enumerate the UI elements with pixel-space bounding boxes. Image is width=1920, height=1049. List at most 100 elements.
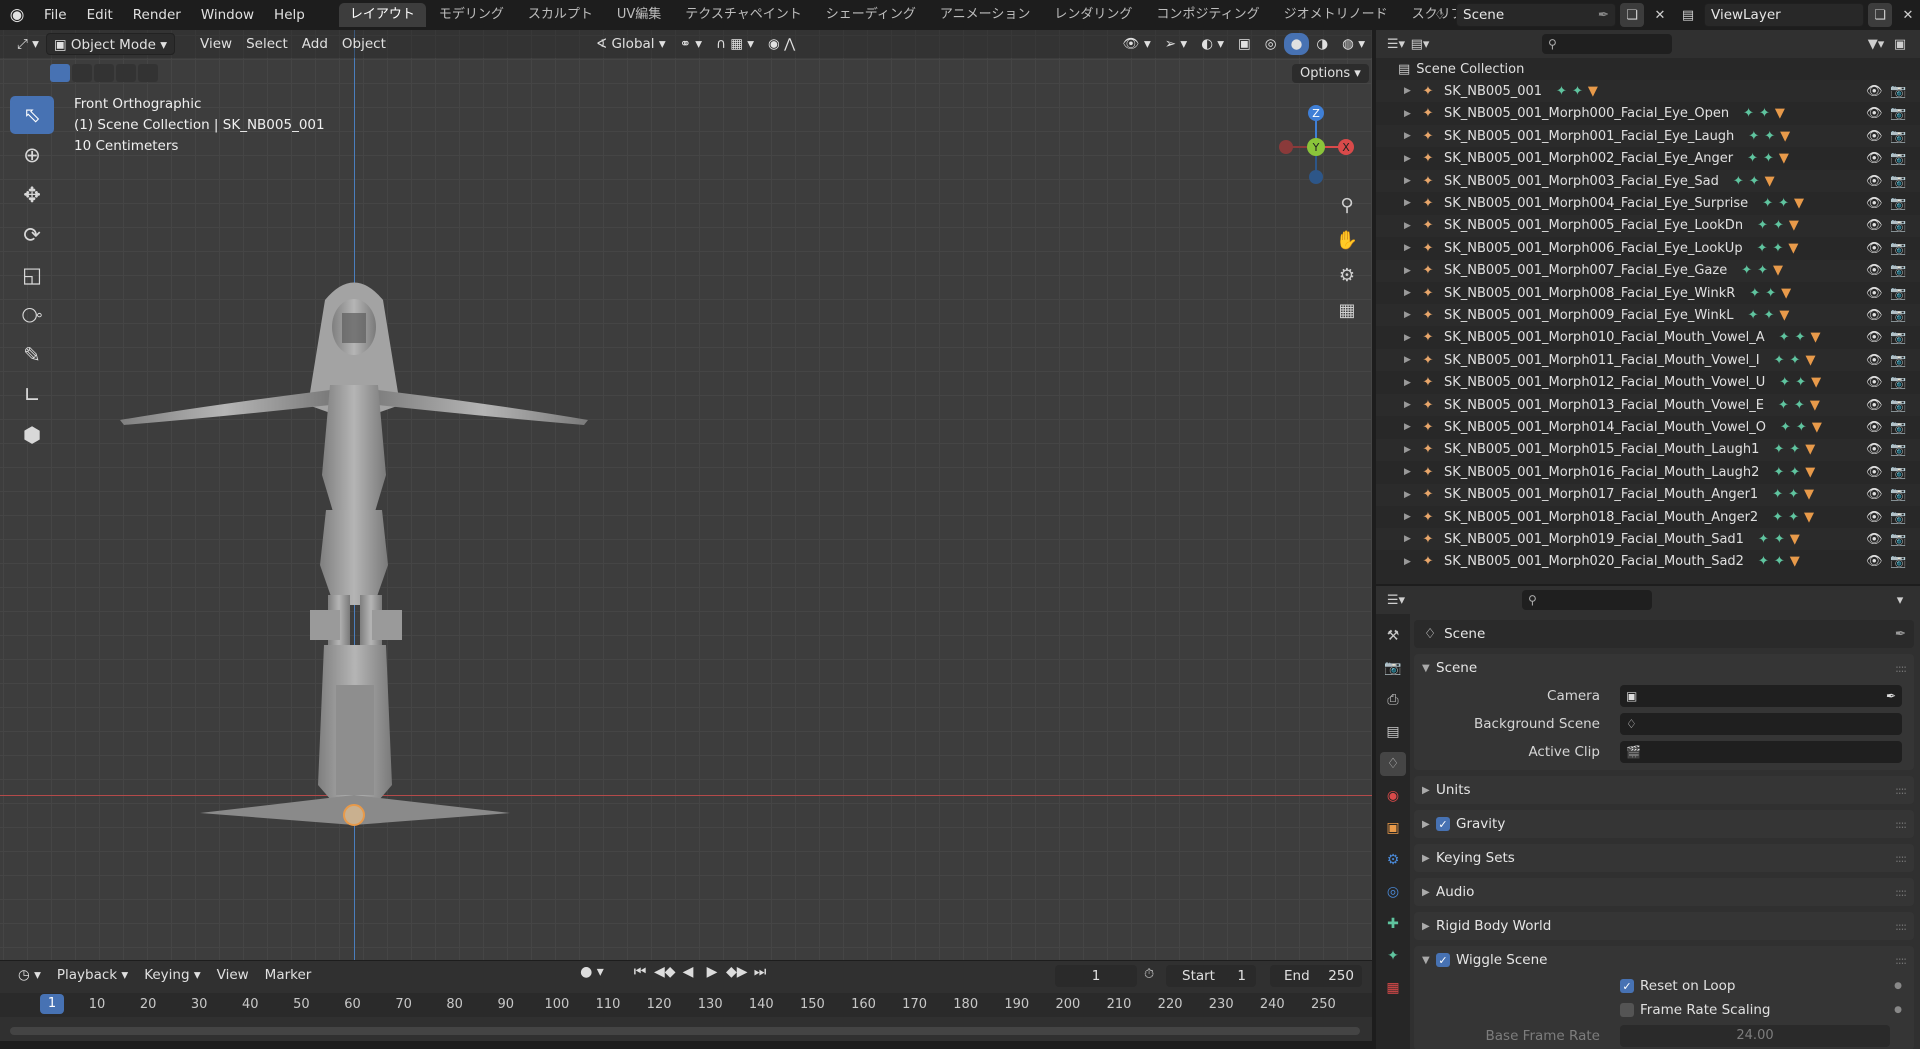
tab-modeling[interactable]: モデリング (428, 3, 515, 27)
armature-data-icon[interactable]: ✦ (1748, 308, 1764, 323)
mesh-data-icon[interactable]: ▼ (1810, 330, 1825, 345)
expand-arrow-icon[interactable]: ▶ (1404, 109, 1418, 119)
transform-tool-icon[interactable]: ⧂ (10, 296, 54, 334)
armature-data-icon[interactable]: ✦ (1779, 375, 1795, 390)
visibility-eye-icon[interactable]: 👁 (1866, 84, 1883, 99)
outliner-object-row[interactable]: ▶ ✦ SK_NB005_001_Morph016_Facial_Mouth_Lau… (1376, 461, 1920, 483)
pivot-icon[interactable]: ⚭ ▾ (673, 33, 709, 55)
scene-icon[interactable]: ♢ (1428, 3, 1452, 27)
visibility-eye-icon[interactable]: 👁 (1866, 263, 1883, 278)
view-layer-field[interactable]: ViewLayer (1704, 3, 1864, 27)
visibility-eye-icon[interactable]: 👁 (1866, 330, 1883, 345)
expand-arrow-icon[interactable]: ▶ (1404, 422, 1418, 432)
auto-key-icon[interactable]: ● ▾ (580, 964, 604, 980)
data-tab-icon[interactable]: ✦ (1380, 944, 1406, 968)
object-name[interactable]: SK_NB005_001_Morph008_Facial_Eye_WinkR (1444, 286, 1735, 301)
expand-arrow-icon[interactable]: ▶ (1404, 355, 1418, 365)
ortho-grid-icon[interactable]: ▦ (1330, 295, 1364, 325)
play-icon[interactable]: ▶ (702, 964, 722, 980)
visibility-eye-icon[interactable]: 👁 (1866, 510, 1883, 525)
menu-file[interactable]: File (34, 3, 77, 27)
base-frame-rate-field[interactable]: 24.00 (1620, 1025, 1890, 1047)
mesh-data-icon[interactable]: ▼ (1780, 129, 1795, 144)
visibility-eye-icon[interactable]: 👁 (1866, 554, 1883, 569)
visibility-eye-icon[interactable]: 👁 (1866, 532, 1883, 547)
visibility-eye-icon[interactable]: 👁 (1866, 151, 1883, 166)
eyedropper-icon[interactable]: ✒ (1886, 689, 1896, 703)
expand-arrow-icon[interactable]: ▶ (1404, 490, 1418, 500)
armature-data-icon[interactable]: ✦ (1772, 487, 1788, 502)
expand-arrow-icon[interactable]: ▶ (1404, 131, 1418, 141)
armature-data-icon[interactable]: ✦ (1556, 84, 1572, 99)
armature-data-icon[interactable]: ✦ (1733, 174, 1749, 189)
render-camera-icon[interactable]: 📷 (1890, 218, 1906, 233)
armature-data-icon[interactable]: ✦ (1779, 330, 1795, 345)
properties-editor-type-icon[interactable]: ☰▾ (1384, 588, 1408, 612)
options-dropdown[interactable]: Options ▾ (1292, 64, 1369, 83)
mesh-data-icon[interactable]: ▼ (1804, 510, 1819, 525)
mesh-data-icon[interactable]: ▼ (1805, 353, 1820, 368)
pose-icon[interactable]: ✦ (1788, 487, 1804, 502)
expand-arrow-icon[interactable]: ▶ (1404, 310, 1418, 320)
outliner-editor-type-icon[interactable]: ☰▾ (1384, 32, 1408, 56)
camera-view-icon[interactable]: ⚙ (1330, 260, 1364, 290)
outliner-object-row[interactable]: ▶ ✦ SK_NB005_001_Morph011_Facial_Mouth_Vow… (1376, 349, 1920, 372)
pose-icon[interactable]: ✦ (1795, 375, 1811, 390)
pose-icon[interactable]: ✦ (1795, 330, 1811, 345)
play-reverse-icon[interactable]: ◀ (678, 964, 698, 980)
tab-shading[interactable]: シェーディング (815, 3, 927, 27)
render-camera-icon[interactable]: 📷 (1890, 510, 1906, 525)
drag-grip-icon[interactable]: :::: (1895, 920, 1907, 933)
expand-arrow-icon[interactable]: ▶ (1404, 534, 1418, 544)
outliner-object-row[interactable]: ▶ ✦ SK_NB005_001_Morph009_Facial_Eye_WinkL… (1376, 304, 1920, 327)
frame-ruler[interactable]: 10 20 30 40 50 60 70 80 90 100 110 120 130 140 150 160 1… (0, 993, 1372, 1017)
gravity-checkbox[interactable]: ✓ (1436, 817, 1450, 831)
render-camera-icon[interactable]: 📷 (1890, 151, 1906, 166)
outliner-search-input[interactable]: ⚲ (1542, 34, 1672, 54)
outliner-object-row[interactable]: ▶ ✦ SK_NB005_001_Morph015_Facial_Mouth_Lau… (1376, 438, 1920, 461)
pose-icon[interactable]: ✦ (1764, 129, 1780, 144)
armature-data-icon[interactable]: ✦ (1758, 532, 1774, 547)
pose-icon[interactable]: ✦ (1794, 398, 1810, 413)
render-camera-icon[interactable]: 📷 (1890, 420, 1906, 435)
pose-icon[interactable]: ✦ (1778, 196, 1794, 211)
new-scene-icon[interactable]: ❏ (1620, 3, 1644, 27)
visibility-eye-icon[interactable]: 👁 (1866, 375, 1883, 390)
keying-sets-panel-header[interactable]: ▶ Keying Sets :::: (1414, 844, 1914, 872)
select-intersect-icon[interactable] (138, 64, 158, 82)
mesh-data-icon[interactable]: ▼ (1779, 151, 1794, 166)
jump-start-icon[interactable]: ⏮ (630, 964, 650, 980)
object-name[interactable]: SK_NB005_001_Morph014_Facial_Mouth_Vowel… (1444, 420, 1766, 435)
keyframe-dot-icon[interactable]: ● (1894, 981, 1902, 991)
render-camera-icon[interactable]: 📷 (1890, 106, 1906, 121)
pin-context-icon[interactable]: ✒ (1895, 626, 1906, 642)
tab-layout[interactable]: レイアウト (338, 3, 426, 27)
current-frame-field[interactable]: 1 (1055, 965, 1137, 987)
scene-collection-row[interactable]: ▤ Scene Collection (1376, 58, 1920, 80)
render-camera-icon[interactable]: 📷 (1890, 554, 1906, 569)
drag-grip-icon[interactable]: :::: (1895, 662, 1907, 675)
shading-wireframe-icon[interactable]: ◎ (1258, 33, 1284, 55)
audio-panel-header[interactable]: ▶ Audio :::: (1414, 878, 1914, 906)
menu-object[interactable]: Object (335, 33, 393, 55)
visibility-eye-icon[interactable]: 👁 (1866, 487, 1883, 502)
outliner-object-row[interactable]: ▶ ✦ SK_NB005_001 ✦✦▼ 👁 📷 (1376, 80, 1920, 103)
add-cube-tool-icon[interactable]: ⬢ (10, 416, 54, 454)
menu-select[interactable]: Select (239, 33, 295, 55)
armature-data-icon[interactable]: ✦ (1743, 106, 1759, 121)
scene-panel-header[interactable]: ▼ Scene :::: (1414, 654, 1914, 682)
object-name[interactable]: SK_NB005_001_Morph016_Facial_Mouth_Laugh… (1444, 465, 1759, 480)
timeline-editor-type-icon[interactable]: ◷ ▾ (10, 964, 49, 986)
object-name[interactable]: SK_NB005_001_Morph003_Facial_Eye_Sad (1444, 174, 1719, 189)
outliner-object-row[interactable]: ▶ ✦ SK_NB005_001_Morph020_Facial_Mouth_Sad… (1376, 551, 1920, 573)
menu-render[interactable]: Render (123, 3, 191, 27)
texture-tab-icon[interactable]: ▦ (1380, 976, 1406, 1000)
outliner-object-row[interactable]: ▶ ✦ SK_NB005_001_Morph013_Facial_Mouth_Vow… (1376, 394, 1920, 416)
drag-grip-icon[interactable]: :::: (1895, 784, 1907, 797)
pose-icon[interactable]: ✦ (1763, 151, 1779, 166)
pose-icon[interactable]: ✦ (1765, 286, 1781, 301)
object-name[interactable]: SK_NB005_001 (1444, 84, 1542, 99)
expand-arrow-icon[interactable]: ▶ (1404, 154, 1418, 164)
outliner-object-row[interactable]: ▶ ✦ SK_NB005_001_Morph000_Facial_Eye_Open ✦… (1376, 103, 1920, 125)
modifier-tab-icon[interactable]: ⚙ (1380, 848, 1406, 872)
